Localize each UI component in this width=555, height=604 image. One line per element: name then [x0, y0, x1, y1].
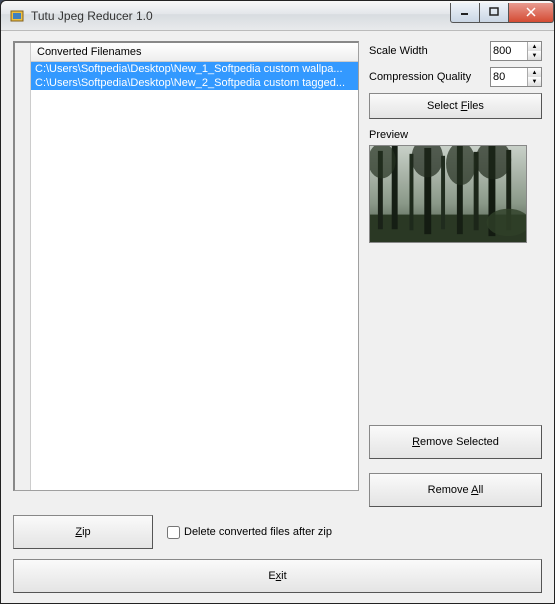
close-button[interactable] [508, 3, 554, 23]
scale-width-spinner[interactable]: ▲ ▼ [490, 41, 542, 61]
compression-spinner[interactable]: ▲ ▼ [490, 67, 542, 87]
exit-button[interactable]: Exit [13, 559, 542, 593]
app-window: Tutu Jpeg Reducer 1.0 Converted Filename… [0, 0, 555, 604]
minimize-button[interactable] [450, 3, 480, 23]
compression-down-icon[interactable]: ▼ [528, 77, 541, 86]
scale-width-input[interactable] [491, 42, 527, 60]
compression-input[interactable] [491, 68, 527, 86]
select-files-button[interactable]: Select Files [369, 93, 542, 119]
converted-files-list[interactable]: Converted Filenames C:\Users\Softpedia\D… [13, 41, 359, 491]
preview-label: Preview [369, 129, 542, 141]
window-title: Tutu Jpeg Reducer 1.0 [31, 9, 451, 23]
preview-image [369, 145, 527, 243]
list-item[interactable]: C:\Users\Softpedia\Desktop\New_2_Softped… [31, 76, 358, 90]
scale-width-down-icon[interactable]: ▼ [528, 51, 541, 60]
zip-button[interactable]: Zip [13, 515, 153, 549]
scale-width-label: Scale Width [369, 45, 486, 57]
app-icon [9, 8, 25, 24]
list-item[interactable]: C:\Users\Softpedia\Desktop\New_1_Softped… [31, 62, 358, 76]
maximize-button[interactable] [479, 3, 509, 23]
list-header[interactable]: Converted Filenames [31, 43, 358, 62]
compression-up-icon[interactable]: ▲ [528, 68, 541, 77]
client-area: Converted Filenames C:\Users\Softpedia\D… [1, 31, 554, 603]
delete-after-zip-checkbox[interactable]: Delete converted files after zip [167, 526, 332, 539]
titlebar: Tutu Jpeg Reducer 1.0 [1, 1, 554, 31]
delete-after-zip-label: Delete converted files after zip [184, 526, 332, 538]
delete-after-zip-input[interactable] [167, 526, 180, 539]
remove-all-button[interactable]: Remove All [369, 473, 542, 507]
scale-width-up-icon[interactable]: ▲ [528, 42, 541, 51]
window-controls [451, 3, 554, 23]
remove-selected-button[interactable]: Remove Selected [369, 425, 542, 459]
list-scrollbar[interactable] [15, 43, 31, 490]
compression-label: Compression Quality [369, 71, 486, 83]
